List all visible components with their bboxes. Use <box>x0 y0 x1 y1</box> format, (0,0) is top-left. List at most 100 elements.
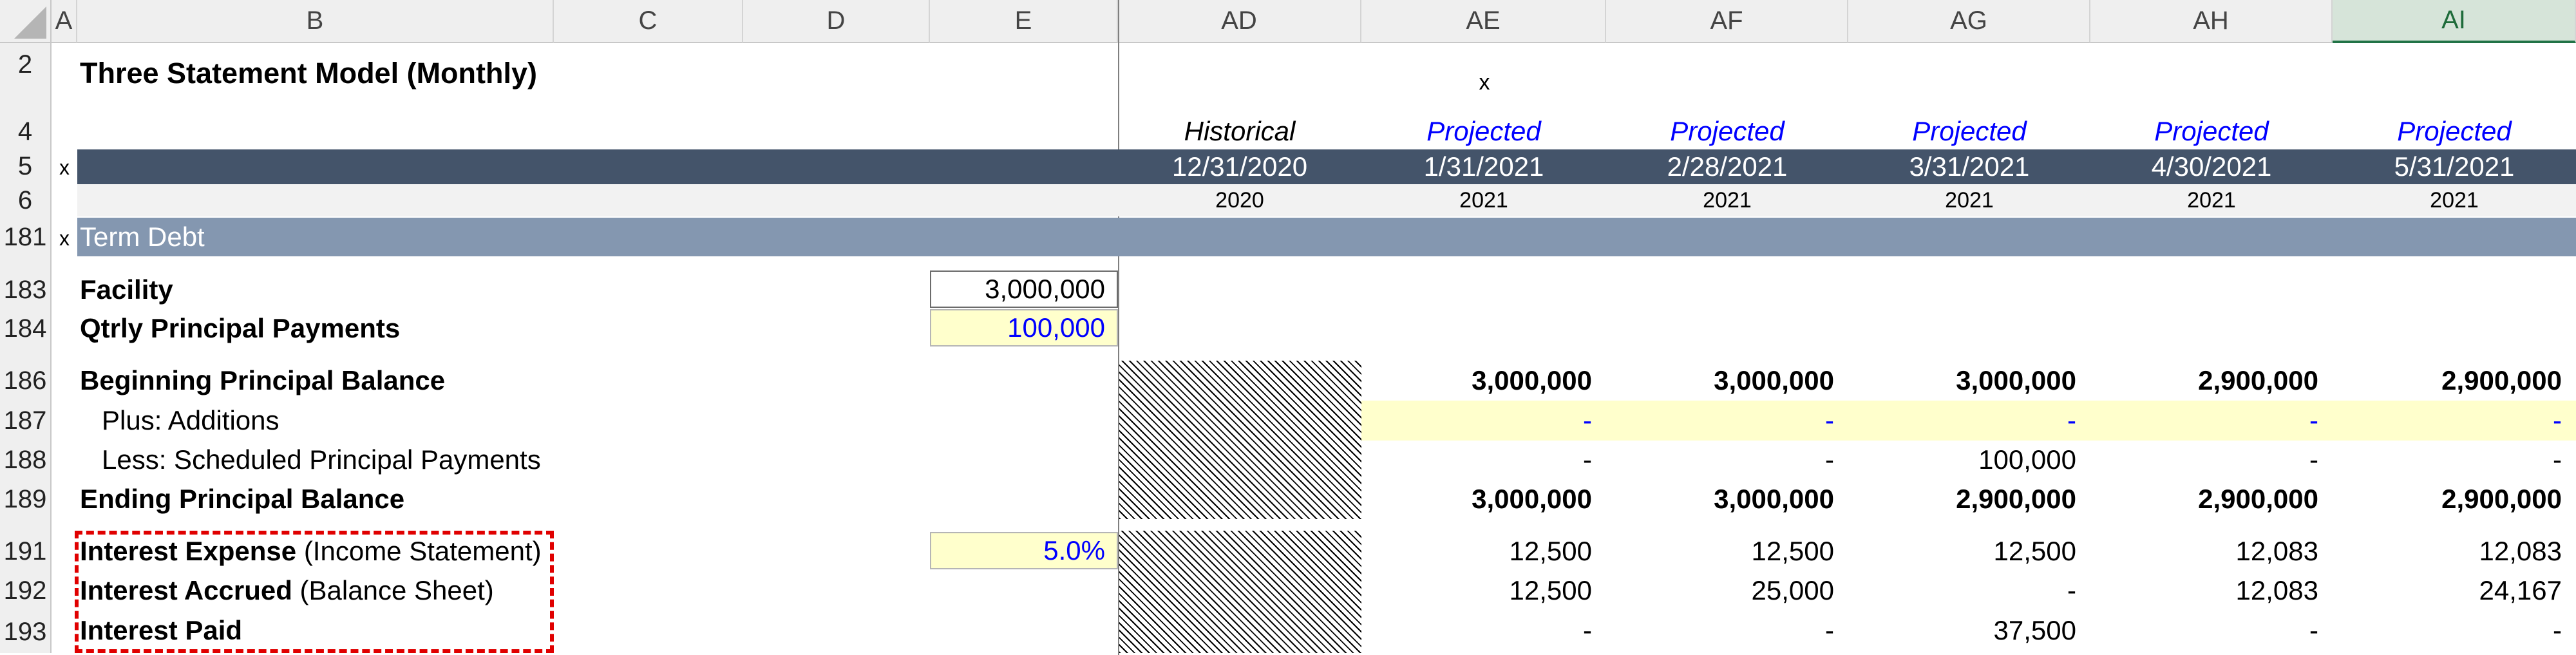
additions-ah[interactable]: - <box>2090 401 2333 441</box>
additions-ae[interactable]: - <box>1361 401 1606 441</box>
interest-accrued-label-rest: (Balance Sheet) <box>292 575 494 605</box>
interest-expense-ai[interactable]: 12,083 <box>2333 532 2576 571</box>
year-ad: 2020 <box>1215 187 1264 213</box>
column-header-ah[interactable]: AH <box>2090 0 2333 43</box>
period-type-ah: Projected <box>2154 116 2269 146</box>
row-header-181[interactable]: 181 <box>0 218 52 256</box>
year-ai: 2021 <box>2430 187 2479 213</box>
row-header-183[interactable]: 183 <box>0 271 52 309</box>
interest-accrued-ah[interactable]: 12,083 <box>2090 571 2333 611</box>
column-header-ai[interactable]: AI <box>2333 0 2576 43</box>
year-ae: 2021 <box>1459 187 1508 213</box>
interest-expense-label-rest: (Income Statement) <box>296 536 542 566</box>
year-ah: 2021 <box>2187 187 2236 213</box>
interest-rate-input[interactable]: 5.0% <box>930 532 1118 569</box>
interest-expense-label-bold: Interest Expense <box>80 536 297 566</box>
additions-ag[interactable]: - <box>1848 401 2090 441</box>
qtrly-payments-input[interactable]: 100,000 <box>930 309 1118 346</box>
column-header-a[interactable]: A <box>52 0 77 43</box>
beginning-ag[interactable]: 3,000,000 <box>1848 361 2090 401</box>
column-header-d[interactable]: D <box>743 0 930 43</box>
row-header-5[interactable]: 5 <box>0 148 52 184</box>
column-header-ag[interactable]: AG <box>1848 0 2090 43</box>
scheduled-ai[interactable]: - <box>2333 441 2576 479</box>
beginning-af[interactable]: 3,000,000 <box>1606 361 1848 401</box>
interest-expense-ah[interactable]: 12,083 <box>2090 532 2333 571</box>
period-type-ad: Historical <box>1184 116 1296 146</box>
period-type-ai: Projected <box>2397 116 2512 146</box>
scheduled-ah[interactable]: - <box>2090 441 2333 479</box>
row-header-6[interactable]: 6 <box>0 184 52 216</box>
ending-ae[interactable]: 3,000,000 <box>1361 479 1606 519</box>
interest-expense-ag[interactable]: 12,500 <box>1848 532 2090 571</box>
section-band <box>77 218 2576 256</box>
interest-paid-ae[interactable]: - <box>1361 611 1606 650</box>
facility-label: Facility <box>80 274 173 305</box>
historical-hatch-block-2 <box>1119 531 1361 653</box>
column-header-af[interactable]: AF <box>1606 0 1848 43</box>
interest-accrued-ai[interactable]: 24,167 <box>2333 571 2576 611</box>
beginning-ai[interactable]: 2,900,000 <box>2333 361 2576 401</box>
date-ai: 5/31/2021 <box>2394 151 2515 182</box>
scheduled-ag[interactable]: 100,000 <box>1848 441 2090 479</box>
row-header-184[interactable]: 184 <box>0 309 52 348</box>
scheduled-af[interactable]: - <box>1606 441 1848 479</box>
date-ae: 1/31/2021 <box>1423 151 1544 182</box>
column-header-ad[interactable]: AD <box>1118 0 1361 43</box>
scheduled-payments-label: Less: Scheduled Principal Payments <box>102 444 541 475</box>
period-type-ae: Projected <box>1426 116 1541 146</box>
row-header-gap-185 <box>0 348 52 361</box>
year-af: 2021 <box>1703 187 1752 213</box>
qtrly-payments-label: Qtrly Principal Payments <box>80 313 401 343</box>
column-header-b[interactable]: B <box>77 0 554 43</box>
marker-x-row181: x <box>59 226 70 250</box>
row-header-189[interactable]: 189 <box>0 479 52 519</box>
year-ag: 2021 <box>1945 187 1994 213</box>
scheduled-ae[interactable]: - <box>1361 441 1606 479</box>
interest-paid-ai[interactable]: - <box>2333 611 2576 650</box>
row-header-4[interactable]: 4 <box>0 115 52 148</box>
row-header-186[interactable]: 186 <box>0 361 52 401</box>
row-header-188[interactable]: 188 <box>0 441 52 479</box>
beginning-balance-label: Beginning Principal Balance <box>80 365 446 395</box>
select-all-triangle-icon <box>14 6 46 39</box>
row-header-gap-7 <box>0 216 52 218</box>
date-ad: 12/31/2020 <box>1171 151 1308 182</box>
column-header-e[interactable]: E <box>930 0 1118 43</box>
interest-expense-label: Interest Expense (Income Statement) <box>80 532 542 571</box>
ending-ag[interactable]: 2,900,000 <box>1848 479 2090 519</box>
row-header-192[interactable]: 192 <box>0 571 52 611</box>
select-all-corner[interactable] <box>0 0 52 43</box>
model-title: Three Statement Model (Monthly) <box>80 57 538 90</box>
spreadsheet-grid[interactable]: A B C D E AD AE AF AG AH AI 2 Three Stat… <box>0 0 2576 655</box>
historical-hatch-block-1 <box>1119 361 1361 519</box>
interest-accrued-label-bold: Interest Accrued <box>80 575 292 605</box>
beginning-ae[interactable]: 3,000,000 <box>1361 361 1606 401</box>
interest-accrued-af[interactable]: 25,000 <box>1606 571 1848 611</box>
beginning-ah[interactable]: 2,900,000 <box>2090 361 2333 401</box>
additions-ai[interactable]: - <box>2333 401 2576 441</box>
column-header-ae[interactable]: AE <box>1361 0 1606 43</box>
interest-paid-ah[interactable]: - <box>2090 611 2333 650</box>
interest-accrued-ae[interactable]: 12,500 <box>1361 571 1606 611</box>
interest-expense-ae[interactable]: 12,500 <box>1361 532 1606 571</box>
ending-balance-label: Ending Principal Balance <box>80 484 405 514</box>
facility-input[interactable]: 3,000,000 <box>930 271 1118 308</box>
column-header-c[interactable]: C <box>554 0 743 43</box>
ending-ai[interactable]: 2,900,000 <box>2333 479 2576 519</box>
row-header-2[interactable]: 2 <box>0 43 52 86</box>
interest-accrued-ag[interactable]: - <box>1848 571 2090 611</box>
row-header-187[interactable]: 187 <box>0 401 52 441</box>
ending-ah[interactable]: 2,900,000 <box>2090 479 2333 519</box>
ending-af[interactable]: 3,000,000 <box>1606 479 1848 519</box>
interest-paid-af[interactable]: - <box>1606 611 1848 650</box>
additions-af[interactable]: - <box>1606 401 1848 441</box>
row-header-193[interactable]: 193 <box>0 611 52 653</box>
row-header-gap-182 <box>0 256 52 271</box>
marker-x-row5: x <box>59 155 70 179</box>
interest-accrued-label: Interest Accrued (Balance Sheet) <box>80 571 494 611</box>
interest-paid-ag[interactable]: 37,500 <box>1848 611 2090 650</box>
row-header-191[interactable]: 191 <box>0 532 52 571</box>
interest-expense-af[interactable]: 12,500 <box>1606 532 1848 571</box>
date-ag: 3/31/2021 <box>1909 151 2030 182</box>
